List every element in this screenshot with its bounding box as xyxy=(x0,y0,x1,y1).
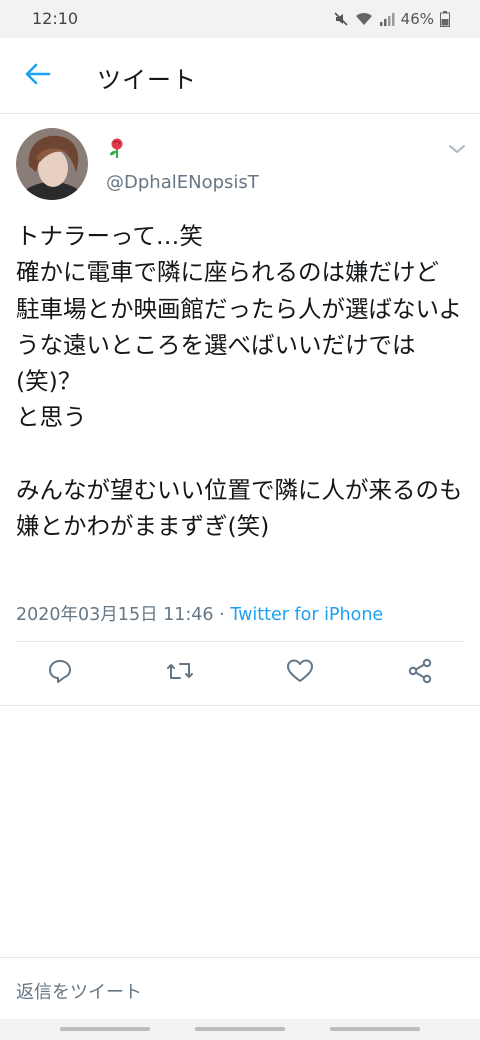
reply-button[interactable] xyxy=(46,659,74,687)
avatar[interactable] xyxy=(16,128,88,200)
username[interactable]: @DphalENopsisT xyxy=(106,172,259,193)
battery-percent: 46% xyxy=(400,10,434,28)
status-time: 12:10 xyxy=(32,9,79,28)
reply-icon xyxy=(47,658,73,688)
retweet-button[interactable] xyxy=(166,659,194,687)
chevron-down-icon xyxy=(446,143,468,162)
tweet-meta: 2020年03月15日 11:46 · Twitter for iPhone xyxy=(16,601,383,626)
tweet-text: トナラーって…笑 確かに電車で隣に座られるのは嫌だけど 駐車場とか映画館だったら… xyxy=(16,222,463,541)
arrow-left-icon xyxy=(25,63,51,89)
mute-icon xyxy=(333,11,349,27)
system-nav-bar xyxy=(0,1019,480,1040)
tweet-source-link[interactable]: Twitter for iPhone xyxy=(230,605,383,625)
reply-input[interactable]: 返信をツイート xyxy=(16,978,142,1004)
retweet-icon xyxy=(165,658,195,688)
nav-home-button[interactable] xyxy=(195,1027,285,1031)
meta-separator: · xyxy=(213,605,231,625)
like-button[interactable] xyxy=(286,659,314,687)
nav-back-button[interactable] xyxy=(330,1027,420,1031)
divider xyxy=(0,705,480,706)
tweet-actions xyxy=(0,642,480,704)
back-button[interactable] xyxy=(18,58,58,94)
rose-emoji-icon xyxy=(106,137,128,159)
battery-icon xyxy=(440,11,450,27)
signal-icon xyxy=(379,11,395,27)
like-icon xyxy=(286,658,314,688)
status-icons: 46% xyxy=(333,8,450,30)
wifi-icon xyxy=(355,11,373,27)
tweet-timestamp: 2020年03月15日 11:46 xyxy=(16,605,214,625)
share-button[interactable] xyxy=(406,658,434,688)
status-bar: 12:10 46% xyxy=(0,0,480,38)
nav-recents-button[interactable] xyxy=(60,1027,150,1031)
share-icon xyxy=(407,658,433,688)
reply-bar: 返信をツイート xyxy=(0,957,480,1019)
page-title: ツイート xyxy=(97,66,197,94)
app-bar: ツイート xyxy=(0,38,480,114)
tweet-menu-button[interactable] xyxy=(446,140,468,158)
